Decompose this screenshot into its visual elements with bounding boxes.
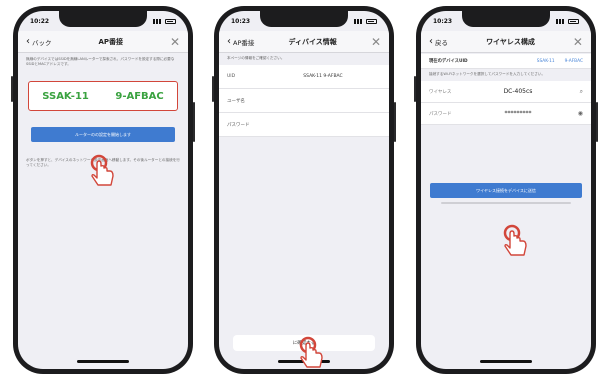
home-indicator (77, 360, 129, 363)
eye-icon[interactable]: ◉ (573, 110, 583, 117)
wifi-password-field[interactable]: パスワード ********* ◉ (421, 103, 591, 125)
status-bar: 10:23 (231, 15, 377, 27)
back-button[interactable]: ‹ AP番接 (227, 35, 255, 47)
home-indicator (480, 360, 532, 363)
page-title: AP番接 (98, 37, 123, 46)
device-id-suffix: 9-AFBAC (115, 90, 164, 102)
nav-bar: ‹ AP番接 ディバイス情報 ✕ (219, 31, 389, 53)
uid-value: SSAK-11 9-AFBAC (303, 74, 343, 79)
phone-frame-3: 10:23 ‹ 戻る ワイヤレス構成 ✕ 現在のデバイスUID SSAK-11 … (414, 6, 598, 374)
status-bar: 10:23 (433, 15, 579, 27)
close-icon[interactable]: ✕ (170, 36, 180, 48)
device-id-box: SSAK-11 9-AFBAC (28, 81, 178, 111)
device-id-prefix: SSAK-11 (536, 58, 555, 64)
status-time: 10:23 (433, 17, 453, 25)
battery-icon (366, 18, 377, 24)
device-id-prefix: SSAK-11 (42, 90, 89, 102)
tap-pointer-icon (503, 224, 527, 256)
chevron-left-icon: ‹ (26, 35, 30, 47)
page-title: ディバイス情報 (288, 37, 337, 46)
status-time: 10:22 (30, 17, 50, 25)
chevron-left-icon: ‹ (227, 35, 231, 47)
back-label: バック (32, 38, 52, 47)
device-uid-row: 現在のデバイスUID SSAK-11 9-AFBAC (421, 54, 591, 69)
device-uid-label: 現在のデバイスUID (429, 59, 468, 64)
send-wifi-button[interactable]: ワイヤレス接続をデバイスに送信 (430, 183, 582, 198)
close-icon[interactable]: ✕ (573, 36, 583, 48)
signal-icon (153, 18, 162, 24)
signal-icon (556, 18, 565, 24)
battery-icon (165, 18, 176, 24)
wifi-password-value: ********* (504, 110, 532, 117)
username-label: ユーザ名 (227, 98, 245, 104)
status-bar: 10:22 (30, 15, 176, 27)
username-field[interactable]: ユーザ名 (219, 89, 389, 113)
ssid-value: DC-405cs (503, 88, 533, 95)
device-id-suffix: 9-AFBAC (564, 58, 583, 64)
chevron-left-icon: ‹ (429, 35, 433, 47)
close-icon[interactable]: ✕ (371, 36, 381, 48)
ssid-label: ワイヤレス (429, 89, 452, 95)
phone-screen-1: 10:22 ‹ バック AP番接 ✕ 無線のデバイスではSSIDを無線LANルー… (18, 11, 188, 369)
search-icon[interactable]: ⌕ (573, 88, 583, 96)
status-time: 10:23 (231, 17, 251, 25)
note-text: 接続するWi-Fiネットワークを選択してパスワードを入力してください。 (429, 72, 546, 76)
back-label: 戻る (435, 38, 448, 47)
hint-text: 本ページの情報をご確認ください。 (227, 56, 285, 60)
phone-frame-1: 10:22 ‹ バック AP番接 ✕ 無線のデバイスではSSIDを無線LANルー… (11, 6, 195, 374)
tap-pointer-icon (299, 336, 323, 368)
page-title: ワイヤレス構成 (486, 37, 535, 46)
battery-icon (568, 18, 579, 24)
wifi-password-label: パスワード (429, 111, 452, 117)
phone-screen-2: 10:23 ‹ AP番接 ディバイス情報 ✕ 本ページの情報をご確認ください。 … (219, 11, 389, 369)
back-button[interactable]: ‹ 戻る (429, 35, 448, 47)
signal-icon (354, 18, 363, 24)
password-field[interactable]: パスワード (219, 113, 389, 137)
uid-label: UID (227, 74, 236, 79)
back-button[interactable]: ‹ バック (26, 35, 52, 47)
back-label: AP番接 (233, 38, 255, 47)
start-setup-button[interactable]: ルーターのの設定を開始します (31, 127, 175, 142)
divider (441, 202, 571, 204)
intro-text: 無線のデバイスではSSIDを無線LANルーターで探索され、パスワードを設定する際… (26, 57, 175, 66)
ssid-field[interactable]: ワイヤレス DC-405cs ⌕ (421, 81, 591, 103)
password-label: パスワード (227, 122, 250, 128)
tap-pointer-icon (90, 154, 114, 186)
uid-row: UID SSAK-11 9-AFBAC (219, 65, 389, 89)
nav-bar: ‹ バック AP番接 ✕ (18, 31, 188, 53)
phone-screen-3: 10:23 ‹ 戻る ワイヤレス構成 ✕ 現在のデバイスUID SSAK-11 … (421, 11, 591, 369)
nav-bar: ‹ 戻る ワイヤレス構成 ✕ (421, 31, 591, 53)
phone-frame-2: 10:23 ‹ AP番接 ディバイス情報 ✕ 本ページの情報をご確認ください。 … (212, 6, 396, 374)
